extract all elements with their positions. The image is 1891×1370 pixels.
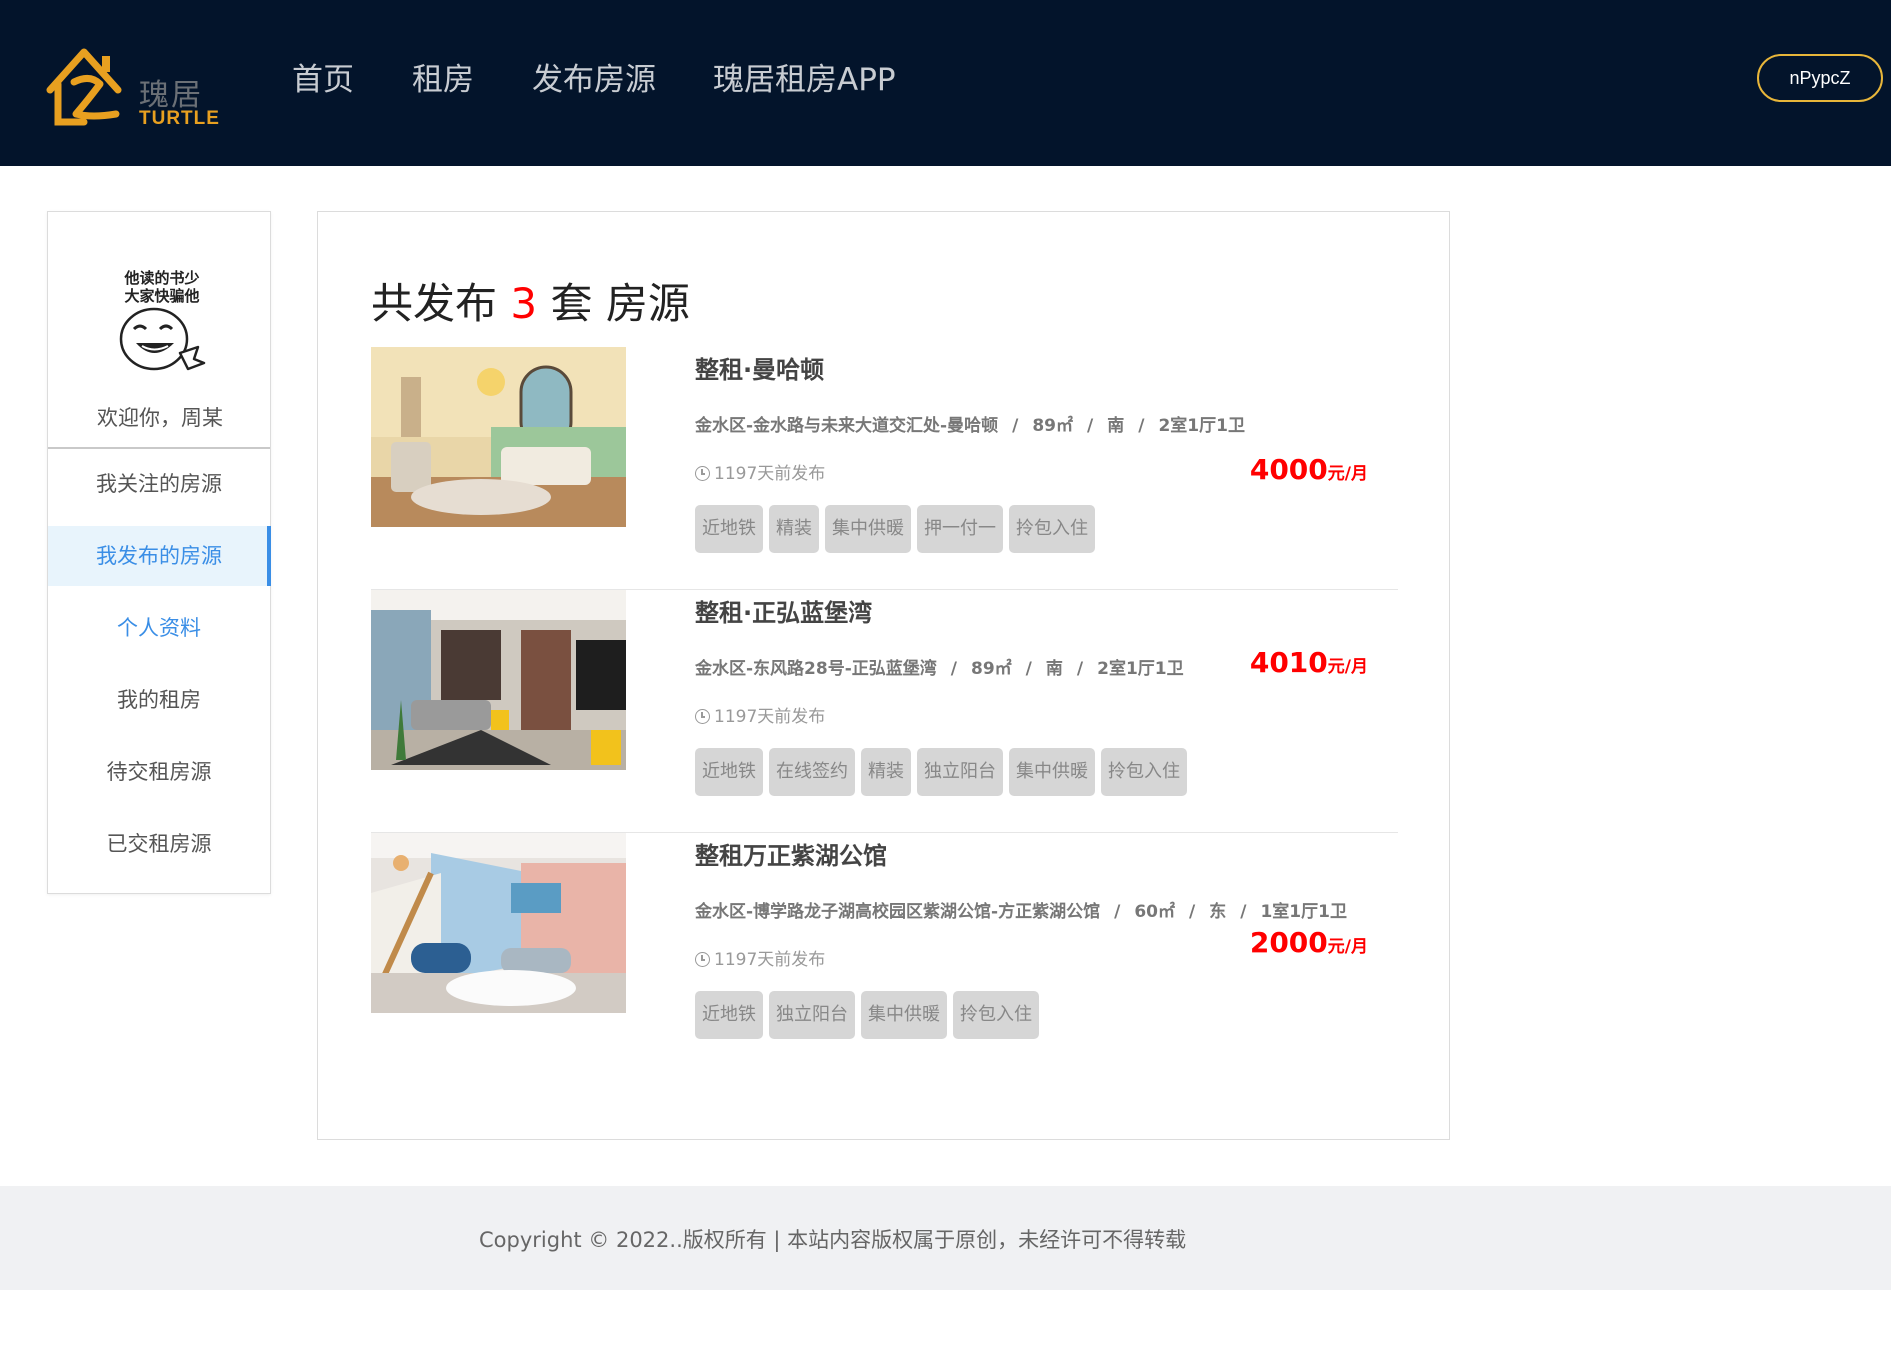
listing-layout: 2室1厅1卫 [1158, 416, 1245, 436]
listing-orientation: 南 [1045, 659, 1063, 679]
listing-item[interactable]: 整租·正弘蓝堡湾 金水区-东风路28号-正弘蓝堡湾/89㎡ / 南/2室1厅1卫 1… [371, 590, 1398, 833]
listing-tags: 近地铁 独立阳台 集中供暖 拎包入住 [695, 991, 1045, 1039]
tag-decorated: 精装 [769, 505, 819, 553]
logo-english-text: TURTLE [139, 108, 220, 129]
listing-address: 金水区-东风路28号-正弘蓝堡湾 [695, 659, 937, 679]
published-listings-panel: 共发布 3 套 房源 整租·曼哈顿 金水区-金水路与未来大道交汇处-曼哈顿/89… [317, 211, 1450, 1140]
listing-price: 4010元/月 [1250, 646, 1368, 679]
publish-time-text: 1197天前发布 [714, 950, 826, 970]
listing-publish-time: 1197天前发布 [695, 459, 825, 484]
tag-online-signing: 在线签约 [769, 748, 855, 796]
listing-details: 金水区-东风路28号-正弘蓝堡湾/89㎡ / 南/2室1厅1卫 [695, 659, 1184, 679]
listing-photo[interactable] [371, 590, 626, 770]
avatar: 他读的书少 大家快骗他 [119, 269, 206, 371]
price-value: 4010 [1249, 646, 1328, 679]
nav-app[interactable]: 瑰居租房APP [713, 58, 896, 102]
listing-orientation: 东 [1209, 902, 1227, 922]
tag-central-heating: 集中供暖 [825, 505, 911, 553]
sidebar-menu: 我关注的房源 我发布的房源 个人资料 我的租房 待交租房源 已交租房源 [48, 448, 271, 880]
house-logo-icon [46, 48, 122, 126]
listing-tags: 近地铁 在线签约 精装 独立阳台 集中供暖 拎包入住 [695, 748, 1193, 796]
title-suffix: 套 房源 [550, 279, 690, 328]
tag-move-in-ready: 拎包入住 [1009, 505, 1095, 553]
listing-layout: 1室1厅1卫 [1260, 902, 1347, 922]
svg-text:大家快骗他: 大家快骗他 [124, 287, 199, 305]
listing-item[interactable]: 整租·曼哈顿 金水区-金水路与未来大道交汇处-曼哈顿/89㎡ / 南/2室1厅1卫 … [371, 347, 1398, 590]
title-prefix: 共发布 [371, 279, 498, 328]
listing-title[interactable]: 整租万正紫湖公馆 [695, 836, 887, 871]
tag-private-balcony: 独立阳台 [917, 748, 1003, 796]
tag-decorated: 精装 [861, 748, 911, 796]
publish-time-text: 1197天前发布 [714, 464, 826, 484]
clock-icon [695, 709, 710, 724]
tag-move-in-ready: 拎包入住 [953, 991, 1039, 1039]
listing-title[interactable]: 整租·曼哈顿 [695, 350, 824, 385]
price-value: 2000 [1249, 926, 1328, 959]
listing-photo[interactable] [371, 347, 626, 527]
price-unit: 元/月 [1327, 937, 1368, 957]
sidebar-item-followed-listings[interactable]: 我关注的房源 [48, 448, 270, 520]
tag-move-in-ready: 拎包入住 [1101, 748, 1187, 796]
listing-price: 2000元/月 [1250, 926, 1368, 959]
sidebar-item-my-published-listings[interactable]: 我发布的房源 [48, 526, 271, 586]
user-sidebar: 他读的书少 大家快骗他 欢迎你，周某 我关注的房源 我发布的房源 个人资料 我的… [47, 211, 271, 894]
clock-icon [695, 466, 710, 481]
tag-near-subway: 近地铁 [695, 748, 763, 796]
listing-publish-time: 1197天前发布 [695, 945, 825, 970]
listing-details: 金水区-博学路龙子湖高校园区紫湖公馆-方正紫湖公馆/60㎡ / 东/1室1厅1卫 [695, 902, 1347, 922]
listing-address: 金水区-金水路与未来大道交汇处-曼哈顿 [695, 416, 999, 436]
site-logo[interactable]: 瑰居 TURTLE [44, 44, 224, 130]
listing-area: 89㎡ [971, 659, 1012, 679]
price-value: 4000 [1249, 453, 1328, 486]
listing-count: 3 [510, 279, 538, 328]
nav-home[interactable]: 首页 [292, 58, 354, 102]
listing-layout: 2室1厅1卫 [1097, 659, 1184, 679]
publish-time-text: 1197天前发布 [714, 707, 826, 727]
sidebar-item-paid-rent[interactable]: 已交租房源 [48, 808, 270, 880]
nav-publish[interactable]: 发布房源 [532, 58, 656, 102]
welcome-text: 欢迎你，周某 [97, 406, 223, 430]
tag-private-balcony: 独立阳台 [769, 991, 855, 1039]
listing-address: 金水区-博学路龙子湖高校园区紫湖公馆-方正紫湖公馆 [695, 902, 1101, 922]
tag-near-subway: 近地铁 [695, 505, 763, 553]
tag-deposit-one-pay-one: 押一付一 [917, 505, 1003, 553]
listing-price: 4000元/月 [1250, 453, 1368, 486]
tag-central-heating: 集中供暖 [861, 991, 947, 1039]
listing-publish-time: 1197天前发布 [695, 702, 825, 727]
price-unit: 元/月 [1327, 657, 1368, 677]
page-footer: Copyright © 2022..版权所有 | 本站内容版权属于原创，未经许可… [0, 1186, 1891, 1290]
listing-orientation: 南 [1107, 416, 1125, 436]
listing-title[interactable]: 整租·正弘蓝堡湾 [695, 593, 872, 628]
listing-item[interactable]: 整租万正紫湖公馆 金水区-博学路龙子湖高校园区紫湖公馆-方正紫湖公馆/60㎡ / 东… [371, 833, 1398, 1076]
listing-details: 金水区-金水路与未来大道交汇处-曼哈顿/89㎡ / 南/2室1厅1卫 [695, 416, 1245, 436]
sidebar-item-pending-rent[interactable]: 待交租房源 [48, 736, 270, 808]
user-account-button[interactable]: nPypcZ [1757, 54, 1883, 102]
sidebar-item-my-rentals[interactable]: 我的租房 [48, 664, 270, 736]
listing-area: 89㎡ [1032, 416, 1074, 436]
clock-icon [695, 952, 710, 967]
nav-rent[interactable]: 租房 [412, 58, 474, 102]
listing-tags: 近地铁 精装 集中供暖 押一付一 拎包入住 [695, 505, 1101, 553]
svg-text:他读的书少: 他读的书少 [123, 269, 199, 287]
copyright-text: Copyright © 2022..版权所有 | 本站内容版权属于原创，未经许可… [479, 1228, 1187, 1252]
tag-near-subway: 近地铁 [695, 991, 763, 1039]
sidebar-item-profile[interactable]: 个人资料 [48, 592, 270, 664]
price-unit: 元/月 [1327, 464, 1368, 484]
top-navbar: 瑰居 TURTLE 首页 租房 发布房源 瑰居租房APP nPypcZ [0, 0, 1891, 166]
listing-photo[interactable] [371, 833, 626, 1013]
listing-area: 60㎡ [1134, 902, 1176, 922]
page-title: 共发布 3 套 房源 [371, 270, 690, 331]
tag-central-heating: 集中供暖 [1009, 748, 1095, 796]
